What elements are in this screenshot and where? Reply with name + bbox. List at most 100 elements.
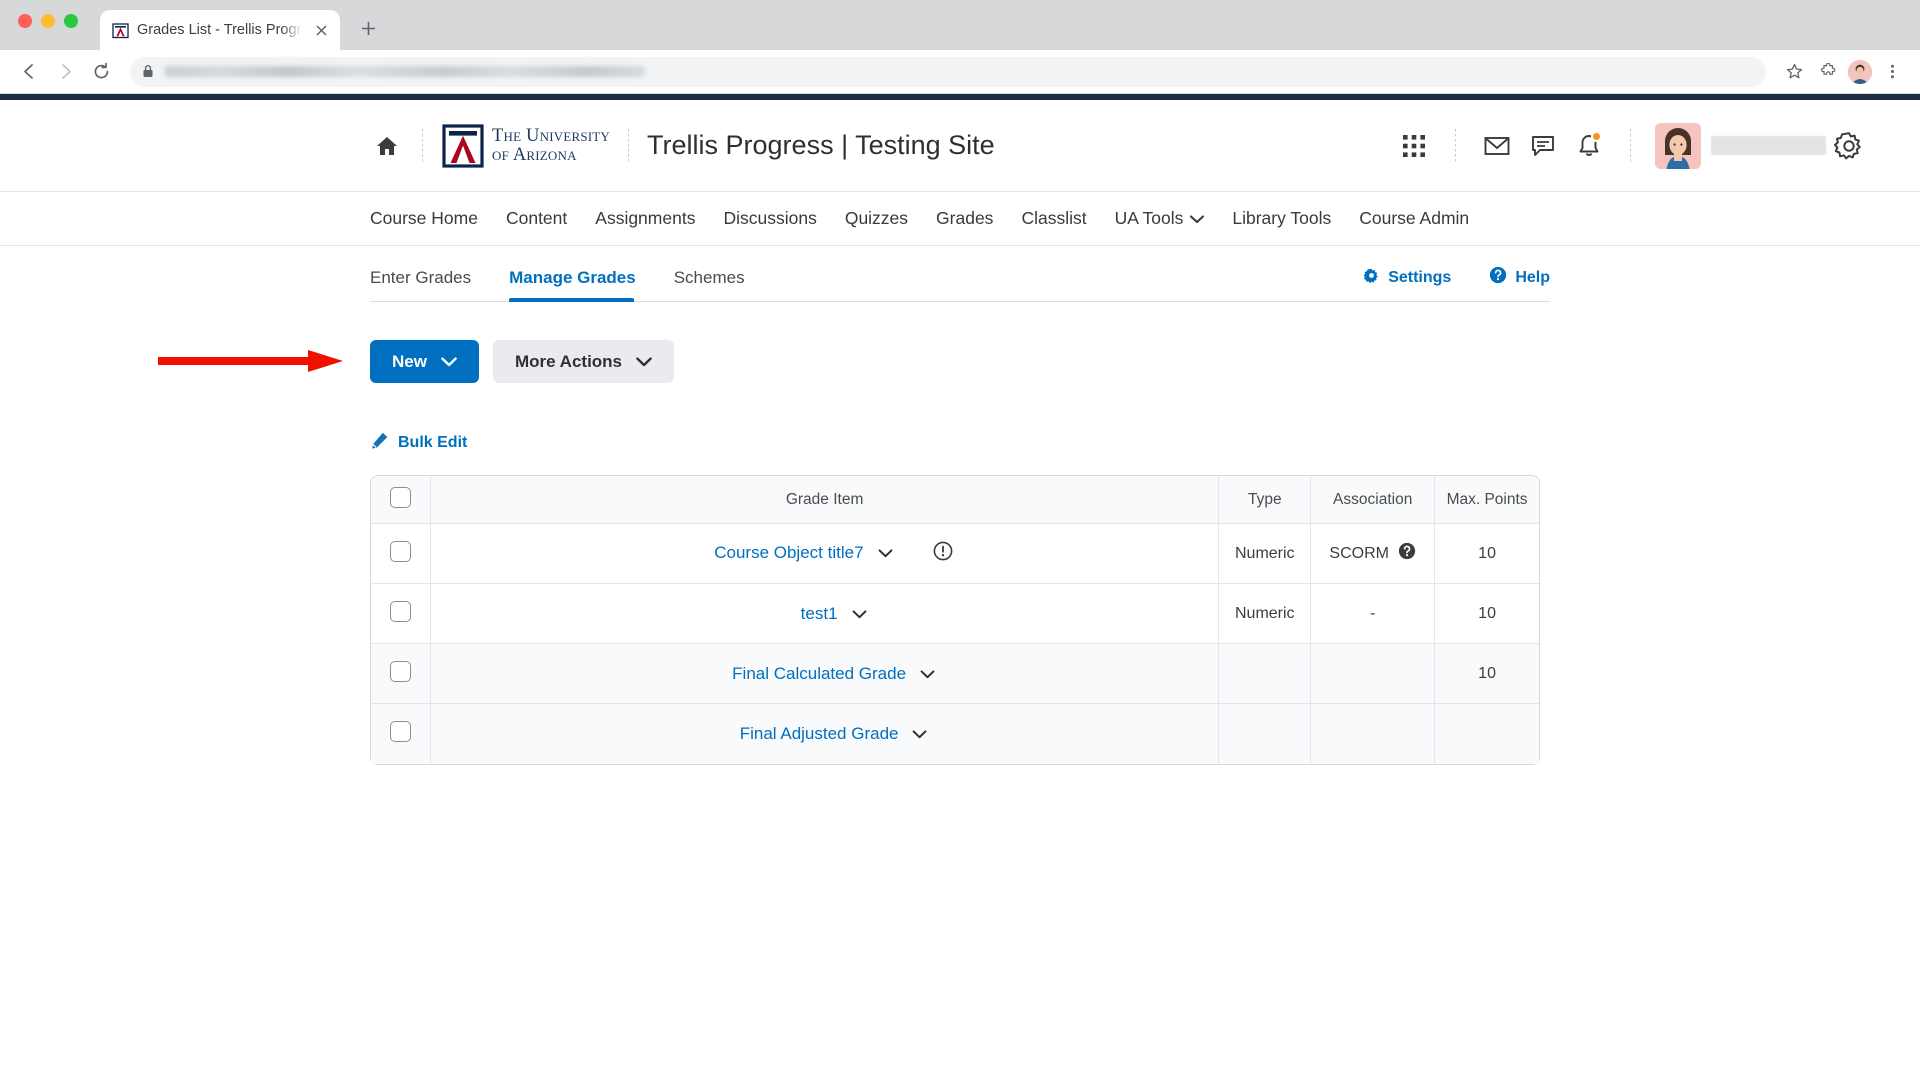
profile-avatar-icon[interactable]: [1848, 59, 1872, 84]
row-checkbox[interactable]: [389, 721, 411, 742]
nav-item-grades[interactable]: Grades: [922, 208, 1007, 229]
nav-item-course-admin[interactable]: Course Admin: [1345, 208, 1483, 229]
header-divider: [422, 128, 423, 163]
logo-line-2: of Arizona: [492, 144, 577, 165]
grade-item-type: Numeric: [1219, 584, 1312, 644]
bulk-edit-link[interactable]: Bulk Edit: [370, 431, 1550, 455]
new-button[interactable]: New: [370, 340, 479, 383]
new-tab-button[interactable]: [354, 14, 382, 42]
nav-label: UA Tools: [1114, 208, 1184, 228]
gear-icon: [1363, 267, 1380, 289]
nav-item-content[interactable]: Content: [492, 208, 581, 229]
nav-item-library-tools[interactable]: Library Tools: [1218, 208, 1345, 229]
forward-arrow-icon[interactable]: [50, 57, 80, 87]
more-actions-button[interactable]: More Actions: [492, 340, 675, 383]
university-of-arizona-logo[interactable]: The University of Arizona: [441, 123, 610, 169]
nav-label: Library Tools: [1232, 208, 1332, 228]
select-all-checkbox[interactable]: [389, 486, 411, 508]
envelope-icon[interactable]: [1474, 123, 1520, 169]
close-window-button[interactable]: [18, 14, 32, 28]
kebab-menu-icon[interactable]: [1878, 58, 1906, 86]
nav-label: Course Admin: [1359, 208, 1470, 228]
grade-item-link[interactable]: Final Calculated Grade: [732, 664, 935, 684]
browser-tabstrip: Grades List - Trellis Progress |: [0, 0, 1920, 50]
grade-item-type: [1219, 704, 1312, 764]
new-button-label: New: [392, 351, 427, 371]
chevron-down-icon[interactable]: [878, 543, 893, 563]
chevron-down-icon: [441, 352, 457, 372]
nav-item-assignments[interactable]: Assignments: [581, 208, 709, 229]
nav-item-discussions[interactable]: Discussions: [709, 208, 830, 229]
chevron-down-icon[interactable]: [852, 604, 867, 624]
grade-item-association: SCORM: [1329, 544, 1389, 562]
column-header-max-points[interactable]: Max. Points: [1435, 476, 1539, 524]
grade-item-type: [1219, 644, 1312, 704]
column-header-type[interactable]: Type: [1219, 476, 1312, 524]
grade-item-name: test1: [800, 603, 838, 623]
browser-tab[interactable]: Grades List - Trellis Progress |: [100, 10, 340, 50]
address-bar-url: [165, 66, 645, 77]
action-button-row: New More Actions: [370, 340, 1550, 383]
grade-item-association: -: [1311, 584, 1436, 644]
address-bar[interactable]: [130, 56, 1766, 87]
chat-icon[interactable]: [1520, 123, 1566, 169]
back-arrow-icon[interactable]: [14, 57, 44, 87]
nav-item-quizzes[interactable]: Quizzes: [831, 208, 922, 229]
grade-item-type: Numeric: [1219, 524, 1312, 584]
question-circle-icon: [1489, 266, 1507, 289]
site-header: The University of Arizona Trellis Progre…: [0, 100, 1920, 192]
tab-schemes[interactable]: Schemes: [674, 268, 763, 301]
nav-item-course-home[interactable]: Course Home: [370, 208, 492, 229]
nav-label: Content: [505, 208, 568, 228]
page-viewport: The University of Arizona Trellis Progre…: [0, 94, 1920, 1080]
grade-item-link[interactable]: Final Adjusted Grade: [740, 724, 928, 744]
column-header-association[interactable]: Association: [1311, 476, 1436, 524]
settings-link[interactable]: Settings: [1363, 267, 1451, 289]
header-divider-2: [628, 128, 630, 163]
reload-icon[interactable]: [86, 57, 116, 87]
nav-item-ua-tools[interactable]: UA Tools: [1101, 208, 1219, 229]
table-header-row: Grade Item Type Association Max. Points: [371, 476, 1539, 524]
chevron-down-icon[interactable]: [912, 724, 927, 744]
user-menu[interactable]: [1655, 122, 1826, 169]
minimize-window-button[interactable]: [41, 14, 55, 28]
puzzle-piece-icon[interactable]: [1814, 58, 1842, 86]
question-circle-icon[interactable]: [1398, 542, 1416, 565]
row-checkbox[interactable]: [389, 600, 411, 622]
nav-item-classlist[interactable]: Classlist: [1007, 208, 1100, 229]
tab-manage-grades[interactable]: Manage Grades: [509, 268, 654, 302]
grades-tabs: Enter Grades Manage Grades Schemes Setti…: [370, 246, 1550, 302]
window-traffic-lights: [18, 14, 78, 28]
nav-label: Classlist: [1021, 208, 1087, 228]
warning-circle-icon[interactable]: [933, 541, 953, 565]
grade-item-max-points: [1435, 704, 1539, 764]
chevron-down-icon: [1190, 208, 1205, 229]
browser-toolbar: [0, 50, 1920, 94]
tab-enter-grades[interactable]: Enter Grades: [370, 268, 489, 301]
notification-badge: [1591, 130, 1602, 142]
home-icon[interactable]: [370, 129, 404, 163]
grade-item-link[interactable]: test1: [801, 604, 867, 624]
close-tab-button[interactable]: [310, 19, 332, 41]
help-link[interactable]: Help: [1489, 266, 1550, 289]
chevron-down-icon: [636, 352, 652, 372]
maximize-window-button[interactable]: [64, 14, 78, 28]
select-all-header: [371, 476, 431, 524]
grade-item-association: [1311, 704, 1436, 764]
bell-icon[interactable]: [1566, 123, 1612, 169]
column-header-grade-item[interactable]: Grade Item: [430, 476, 1220, 524]
grade-item-max-points: 10: [1435, 524, 1539, 584]
grade-item-name: Final Adjusted Grade: [739, 724, 899, 743]
grade-item-link[interactable]: Course Object title7: [714, 543, 892, 563]
row-checkbox[interactable]: [389, 540, 411, 562]
page-title: Trellis Progress | Testing Site: [647, 130, 995, 160]
logo-line-1: The University: [492, 126, 611, 146]
chevron-down-icon[interactable]: [920, 664, 935, 684]
star-icon[interactable]: [1780, 58, 1808, 86]
table-row: test1 Numeric - 10: [371, 584, 1539, 644]
waffle-grid-icon[interactable]: [1391, 123, 1437, 169]
pencil-icon: [370, 431, 389, 455]
gear-icon[interactable]: [1826, 123, 1872, 169]
row-checkbox[interactable]: [389, 660, 411, 682]
main-content: Enter Grades Manage Grades Schemes Setti…: [0, 246, 1920, 765]
